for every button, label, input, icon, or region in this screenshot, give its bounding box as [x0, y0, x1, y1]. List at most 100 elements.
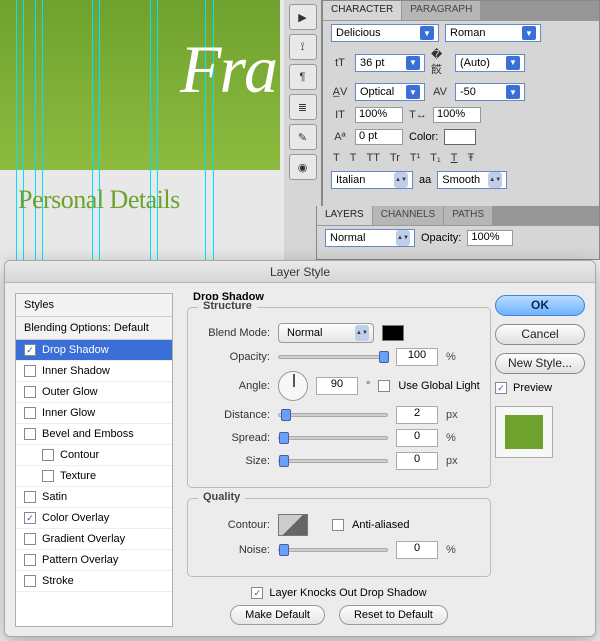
- tab-character[interactable]: CHARACTER: [323, 1, 402, 20]
- font-size-select[interactable]: 36 pt▼: [355, 54, 425, 72]
- subscript-button[interactable]: T₁: [430, 152, 440, 164]
- text-color-swatch[interactable]: [444, 129, 476, 145]
- noise-field[interactable]: 0: [396, 541, 438, 559]
- swatches-icon[interactable]: ≣: [289, 94, 317, 120]
- blend-mode-select[interactable]: Normal▲▼: [325, 229, 415, 247]
- style-item-gradient-overlay[interactable]: Gradient Overlay: [16, 529, 172, 550]
- quality-title: Quality: [198, 491, 245, 503]
- faux-italic-button[interactable]: T: [350, 152, 357, 164]
- styles-header[interactable]: Styles: [16, 294, 172, 317]
- tracking-icon: AV: [431, 86, 449, 98]
- allcaps-button[interactable]: TT: [366, 152, 379, 164]
- play-icon[interactable]: ▶: [289, 4, 317, 30]
- checkbox-icon[interactable]: [42, 449, 54, 461]
- cancel-button[interactable]: Cancel: [495, 324, 585, 345]
- angle-field[interactable]: 90: [316, 377, 358, 395]
- noise-slider[interactable]: [278, 548, 388, 552]
- preview-checkbox[interactable]: [495, 382, 507, 394]
- spread-slider[interactable]: [278, 436, 388, 440]
- headline-text[interactable]: Fra: [180, 30, 276, 109]
- size-label: Size:: [198, 455, 270, 467]
- distance-slider[interactable]: [278, 413, 388, 417]
- section-heading-text[interactable]: Personal Details: [18, 185, 180, 215]
- style-item-inner-glow[interactable]: Inner Glow: [16, 403, 172, 424]
- spread-field[interactable]: 0: [396, 429, 438, 447]
- smallcaps-button[interactable]: Tr: [390, 152, 400, 164]
- reset-default-button[interactable]: Reset to Default: [339, 605, 448, 625]
- shadow-color-swatch[interactable]: [382, 325, 404, 341]
- layer-style-dialog: Layer Style Styles Blending Options: Def…: [4, 260, 596, 637]
- style-item-stroke[interactable]: Stroke: [16, 571, 172, 592]
- angle-dial[interactable]: [278, 371, 308, 401]
- checkbox-icon[interactable]: [24, 386, 36, 398]
- camera-icon[interactable]: ◉: [289, 154, 317, 180]
- tracking-select[interactable]: -50▼: [455, 83, 525, 101]
- style-item-outer-glow[interactable]: Outer Glow: [16, 382, 172, 403]
- knocks-out-label: Layer Knocks Out Drop Shadow: [269, 587, 426, 599]
- kerning-icon: A̲V: [331, 86, 349, 98]
- antialias-select[interactable]: Smooth▲▼: [437, 171, 507, 189]
- strikethrough-button[interactable]: Ŧ: [467, 152, 474, 164]
- tab-paths[interactable]: PATHS: [444, 206, 493, 225]
- checkbox-icon[interactable]: [24, 428, 36, 440]
- styles-list: Styles Blending Options: Default Drop Sh…: [15, 293, 173, 627]
- brush-icon[interactable]: ✎: [289, 124, 317, 150]
- superscript-button[interactable]: T¹: [410, 152, 420, 164]
- checkbox-icon[interactable]: [24, 344, 36, 356]
- tab-channels[interactable]: CHANNELS: [373, 206, 444, 225]
- leading-select[interactable]: (Auto)▼: [455, 54, 525, 72]
- style-item-texture[interactable]: Texture: [16, 466, 172, 487]
- ok-button[interactable]: OK: [495, 295, 585, 316]
- tab-layers[interactable]: LAYERS: [317, 206, 373, 225]
- stepper-icon: ▲▼: [394, 172, 408, 188]
- style-item-pattern-overlay[interactable]: Pattern Overlay: [16, 550, 172, 571]
- document-canvas[interactable]: Fra Personal Details: [0, 0, 284, 260]
- style-item-color-overlay[interactable]: Color Overlay: [16, 508, 172, 529]
- distance-field[interactable]: 2: [396, 406, 438, 424]
- language-select[interactable]: Italian▲▼: [331, 171, 413, 189]
- hscale-field[interactable]: 100%: [433, 107, 481, 123]
- ruler-icon[interactable]: ⟟: [289, 34, 317, 60]
- font-family-select[interactable]: Delicious▼: [331, 24, 439, 42]
- make-default-button[interactable]: Make Default: [230, 605, 325, 625]
- style-item-inner-shadow[interactable]: Inner Shadow: [16, 361, 172, 382]
- use-global-light-label: Use Global Light: [398, 380, 479, 392]
- noise-label: Noise:: [198, 544, 270, 556]
- spread-label: Spread:: [198, 432, 270, 444]
- opacity-label: Opacity:: [198, 351, 270, 363]
- style-item-drop-shadow[interactable]: Drop Shadow: [16, 340, 172, 361]
- opacity-unit: %: [446, 351, 456, 363]
- size-slider[interactable]: [278, 459, 388, 463]
- knocks-out-checkbox[interactable]: [251, 587, 263, 599]
- contour-picker[interactable]: [278, 514, 308, 536]
- style-item-bevel-emboss[interactable]: Bevel and Emboss: [16, 424, 172, 445]
- checkbox-icon[interactable]: [42, 470, 54, 482]
- anti-aliased-checkbox[interactable]: [332, 519, 344, 531]
- tab-paragraph[interactable]: PARAGRAPH: [402, 1, 481, 20]
- style-item-contour[interactable]: Contour: [16, 445, 172, 466]
- checkbox-icon[interactable]: [24, 365, 36, 377]
- checkbox-icon[interactable]: [24, 533, 36, 545]
- blend-mode-dropdown[interactable]: Normal ▲▼: [278, 323, 374, 343]
- checkbox-icon[interactable]: [24, 554, 36, 566]
- opacity-slider[interactable]: [278, 355, 388, 359]
- vscale-field[interactable]: 100%: [355, 107, 403, 123]
- baseline-field[interactable]: 0 pt: [355, 129, 403, 145]
- use-global-light-checkbox[interactable]: [378, 380, 390, 392]
- style-item-satin[interactable]: Satin: [16, 487, 172, 508]
- new-style-button[interactable]: New Style...: [495, 353, 585, 374]
- checkbox-icon[interactable]: [24, 575, 36, 587]
- opacity-field[interactable]: 100: [396, 348, 438, 366]
- layer-opacity-field[interactable]: 100%: [467, 230, 513, 246]
- blending-options-item[interactable]: Blending Options: Default: [16, 317, 172, 340]
- faux-bold-button[interactable]: T: [333, 152, 340, 164]
- checkbox-icon[interactable]: [24, 512, 36, 524]
- underline-button[interactable]: T: [451, 152, 458, 164]
- font-style-value: Roman: [450, 27, 485, 39]
- checkbox-icon[interactable]: [24, 407, 36, 419]
- font-style-select[interactable]: Roman▼: [445, 24, 541, 42]
- size-field[interactable]: 0: [396, 452, 438, 470]
- paragraph-icon[interactable]: ¶: [289, 64, 317, 90]
- kerning-select[interactable]: Optical▼: [355, 83, 425, 101]
- checkbox-icon[interactable]: [24, 491, 36, 503]
